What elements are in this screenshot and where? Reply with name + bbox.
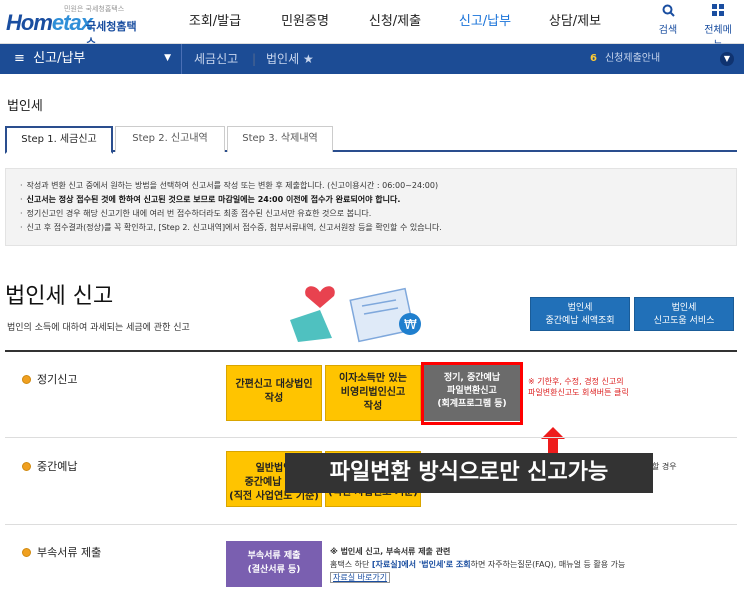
highlight-box: [421, 362, 523, 425]
tab-step2[interactable]: Step 2. 신고내역: [115, 126, 225, 152]
attachment-note: ※ 법인세 신고, 부속서류 제출 관련 홈택스 하단 [자료실]에서 '법인세…: [330, 547, 626, 583]
nonprofit-filing-button[interactable]: 이자소득만 있는 비영리법인신고 작성: [325, 365, 421, 421]
guide-link[interactable]: 6 신청제출안내: [590, 44, 660, 74]
filing-help-service-button[interactable]: 법인세 신고도움 서비스: [634, 297, 734, 331]
notice-item: 신고서는 정상 접수된 것에 한하여 신고된 것으로 보므로 마감일에는 24:…: [20, 193, 722, 207]
bullet-icon: [22, 461, 31, 471]
tab-step1[interactable]: Step 1. 세금신고: [5, 126, 113, 154]
page-title: 법인세: [7, 99, 43, 114]
section-description: 법인의 소득에 대하여 과세되는 세금에 관한 신고: [7, 323, 190, 333]
global-nav: 조회/발급 민원증명 신청/제출 신고/납부 상담/제보: [170, 0, 620, 44]
bullet-icon: [22, 547, 31, 557]
divider: [5, 524, 737, 525]
breadcrumb-tax-filing[interactable]: 세금신고: [194, 44, 238, 74]
row-label-interim: 중간예납: [22, 458, 77, 474]
sub-navigation-bar: ≡ 신고/납부 ▼ 세금신고 | 법인세 ★ 6 신청제출안내 ▼: [0, 44, 744, 74]
breadcrumb-separator-icon: |: [252, 52, 257, 66]
menu-select[interactable]: ≡ 신고/납부 ▼: [0, 44, 182, 74]
svg-text:₩: ₩: [404, 318, 417, 333]
gnb-item-inquiry[interactable]: 조회/발급: [170, 0, 260, 44]
interim-tax-lookup-button[interactable]: 법인세 중간예납 세액조회: [530, 297, 630, 331]
library-shortcut-link[interactable]: 자료실 바로가기: [330, 572, 391, 583]
logo-brand: Hometax: [6, 10, 93, 35]
bullet-icon: [22, 374, 31, 384]
section-title: 법인세 신고: [5, 284, 114, 309]
grid-menu-icon: [700, 4, 736, 21]
step-tabs: Step 1. 세금신고 Step 2. 신고내역 Step 3. 삭제내역: [5, 126, 737, 154]
gnb-item-filing[interactable]: 신고/납부: [440, 0, 530, 44]
notice-item: 작성과 변환 신고 중에서 원하는 방법을 선택하여 신고서를 작성 또는 변환…: [20, 179, 722, 193]
divider: [5, 437, 737, 438]
attachment-submit-button[interactable]: 부속서류 제출 (결산서류 등): [226, 541, 322, 587]
tab-step3[interactable]: Step 3. 삭제내역: [227, 126, 333, 152]
favorite-star-icon[interactable]: ★: [303, 44, 314, 74]
tax-illustration-icon: ₩: [290, 286, 421, 343]
search-label: 검색: [658, 25, 678, 36]
simple-filing-button[interactable]: 간편신고 대상법인 작성: [226, 365, 322, 421]
file-conversion-note: ※ 기한후, 수정, 경정 신고의 파일변환신고도 회색버튼 클릭: [528, 377, 629, 397]
gnb-item-application[interactable]: 신청/제출: [350, 0, 440, 44]
gnb-item-consult[interactable]: 상담/제보: [530, 0, 620, 44]
row-label-attachments: 부속서류 제출: [22, 544, 101, 560]
file-conversion-only-banner: 파일변환 방식으로만 신고가능: [285, 453, 653, 493]
search-icon: [650, 4, 686, 21]
top-navigation-bar: 민원은 국세청홈택스 Hometax 국세청홈택스 조회/발급 민원증명 신청/…: [0, 0, 744, 51]
divider: [5, 350, 737, 352]
chevron-down-icon: ▼: [164, 53, 171, 63]
notice-item: 신고 후 접수결과(정상)를 꼭 확인하고, [Step 2. 신고내역]에서 …: [20, 221, 722, 235]
breadcrumb-corporate-tax[interactable]: 법인세: [266, 44, 299, 74]
hometax-logo[interactable]: 민원은 국세청홈택스 Hometax 국세청홈택스: [6, 4, 146, 49]
gnb-item-certificate[interactable]: 민원증명: [260, 0, 350, 44]
notice-item: 정기신고인 경우 해당 신고기한 내에 여러 번 접수하더라도 최종 접수된 신…: [20, 207, 722, 221]
chevron-circle-icon[interactable]: ▼: [720, 52, 734, 66]
row-label-regular: 정기신고: [22, 371, 77, 387]
notice-box: 작성과 변환 신고 중에서 원하는 방법을 선택하여 신고서를 작성 또는 변환…: [5, 168, 737, 246]
menu-select-label: ≡ 신고/납부: [14, 51, 86, 66]
arrow-up-icon: [541, 427, 565, 453]
